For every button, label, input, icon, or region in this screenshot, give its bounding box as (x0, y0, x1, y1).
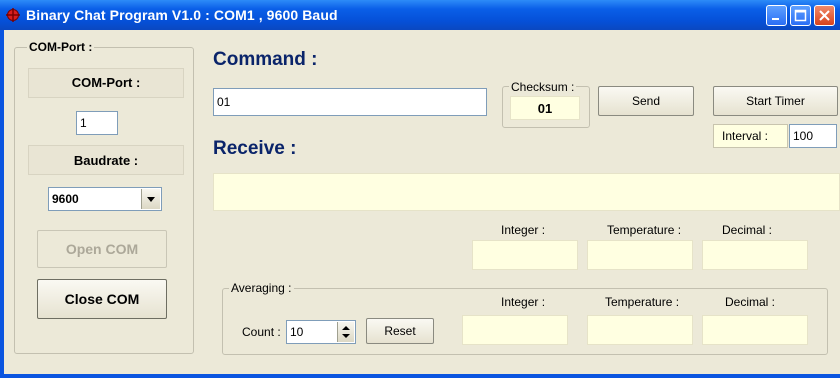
count-value: 10 (290, 325, 304, 339)
command-header: Command : (213, 49, 318, 70)
baudrate-select[interactable]: 9600 (48, 187, 162, 211)
maximize-icon (794, 9, 807, 22)
reset-button[interactable]: Reset (366, 318, 434, 344)
baudrate-button[interactable]: Baudrate : (28, 145, 184, 175)
avg-decimal-display (702, 315, 808, 345)
com-port-button[interactable]: COM-Port : (28, 68, 184, 98)
start-timer-button[interactable]: Start Timer (713, 86, 838, 116)
decimal-label: Decimal : (722, 223, 773, 237)
checksum-label: Checksum : (509, 80, 577, 94)
avg-decimal-label: Decimal : (725, 295, 776, 309)
decimal-display (702, 240, 808, 270)
temperature-label: Temperature : (607, 223, 682, 237)
chevron-down-icon (147, 197, 155, 202)
avg-integer-display (462, 315, 568, 345)
minimize-button[interactable] (766, 5, 787, 26)
app-icon (6, 8, 20, 22)
open-com-button[interactable]: Open COM (37, 230, 167, 268)
receive-header: Receive : (213, 138, 297, 159)
interval-field[interactable]: 100 (789, 124, 837, 148)
close-icon (819, 10, 830, 21)
minimize-icon (772, 18, 779, 20)
app-window: Binary Chat Program V1.0 : COM1 , 9600 B… (0, 0, 840, 378)
integer-display (472, 240, 578, 270)
avg-temperature-label: Temperature : (605, 295, 680, 309)
temperature-display (587, 240, 693, 270)
count-label: Count : (242, 325, 281, 339)
close-button[interactable] (814, 5, 835, 26)
averaging-label: Averaging : (229, 281, 294, 295)
count-spin-buttons[interactable] (337, 322, 354, 342)
window-bottom-border (0, 374, 840, 378)
maximize-button[interactable] (790, 5, 811, 26)
integer-label: Integer : (501, 223, 546, 237)
dropdown-button[interactable] (141, 189, 160, 209)
com-port-group-label: COM-Port : (27, 40, 95, 54)
count-spinner[interactable]: 10 (286, 320, 356, 344)
avg-integer-label: Integer : (501, 295, 546, 309)
client-area: COM-Port : COM-Port : 1 Baudrate : 9600 … (4, 30, 840, 374)
command-input[interactable]: 01 (213, 88, 487, 116)
window-title: Binary Chat Program V1.0 : COM1 , 9600 B… (26, 7, 338, 23)
interval-label: Interval : (713, 124, 788, 148)
close-com-button[interactable]: Close COM (37, 279, 167, 319)
baudrate-value: 9600 (52, 192, 79, 206)
com-port-field[interactable]: 1 (76, 111, 118, 135)
send-button[interactable]: Send (598, 86, 694, 116)
avg-temperature-display (587, 315, 693, 345)
checksum-value: 01 (510, 96, 580, 120)
spin-arrows-icon (342, 326, 350, 338)
title-bar[interactable]: Binary Chat Program V1.0 : COM1 , 9600 B… (0, 0, 840, 30)
receive-display (213, 173, 840, 211)
